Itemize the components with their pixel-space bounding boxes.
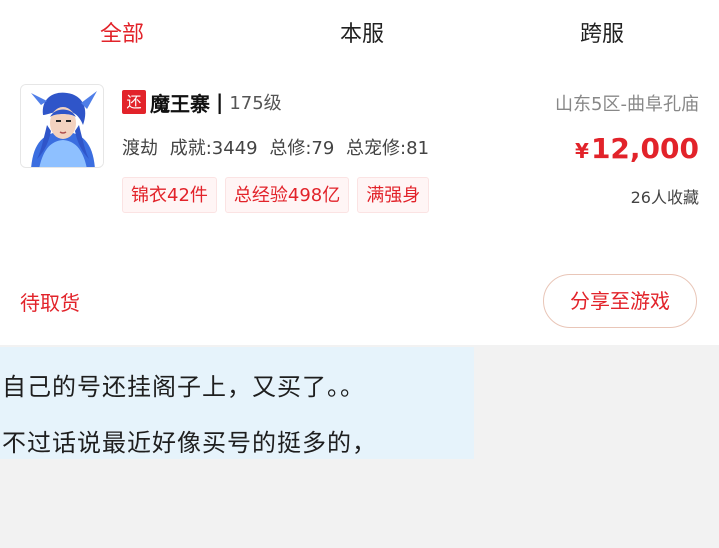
share-to-game-button[interactable]: 分享至游戏: [543, 274, 697, 328]
character-portrait-icon: [21, 85, 103, 167]
currency-symbol: ¥: [575, 139, 589, 163]
price-value: 12,000: [590, 132, 699, 165]
server-name: 山东5区-曲阜孔庙: [555, 94, 699, 115]
tab-cross-server[interactable]: 跨服: [542, 16, 662, 50]
return-badge: 还: [122, 90, 146, 114]
listing-card[interactable]: 全部 本服 跨服 还 魔王寨 | 175级 山东5区-曲阜孔庙 渡劫 成就:34…: [0, 0, 719, 345]
tab-this-server[interactable]: 本服: [302, 16, 422, 50]
listing-title-row: 还 魔王寨 | 175级: [122, 88, 282, 116]
tag-total-exp: 总经验498亿: [224, 177, 350, 213]
stat-achievement: 成就:3449: [169, 138, 258, 159]
comment-text-block: 自己的号还挂阁子上，又买了。。 不过话说最近好像买号的挺多的，: [0, 347, 474, 459]
tab-all[interactable]: 全部: [62, 16, 182, 50]
tag-outfits: 锦衣42件: [122, 177, 217, 213]
feature-tags: 锦衣42件 总经验498亿 满强身: [122, 177, 437, 213]
tag-max-strengthen: 满强身: [357, 177, 430, 213]
character-level: 175级: [229, 93, 282, 114]
filter-tabs: 全部 本服 跨服: [0, 0, 719, 64]
stat-dujie: 渡劫: [122, 138, 158, 159]
title-separator: |: [216, 90, 224, 114]
comment-line-2: 不过话说最近好像买号的挺多的，: [2, 429, 377, 457]
character-avatar[interactable]: [20, 84, 104, 168]
character-stats: 渡劫 成就:3449 总修:79 总宠修:81: [122, 134, 435, 160]
order-status: 待取货: [20, 291, 80, 315]
character-name: 魔王寨: [150, 91, 210, 116]
comment-line-1: 自己的号还挂阁子上，又买了。。: [2, 373, 365, 401]
favorites-count: 26人收藏: [630, 188, 699, 207]
listing-price: ¥12,000: [575, 132, 699, 165]
stat-total-cultivation: 总修:79: [269, 138, 335, 159]
stat-pet-cultivation: 总宠修:81: [346, 138, 430, 159]
